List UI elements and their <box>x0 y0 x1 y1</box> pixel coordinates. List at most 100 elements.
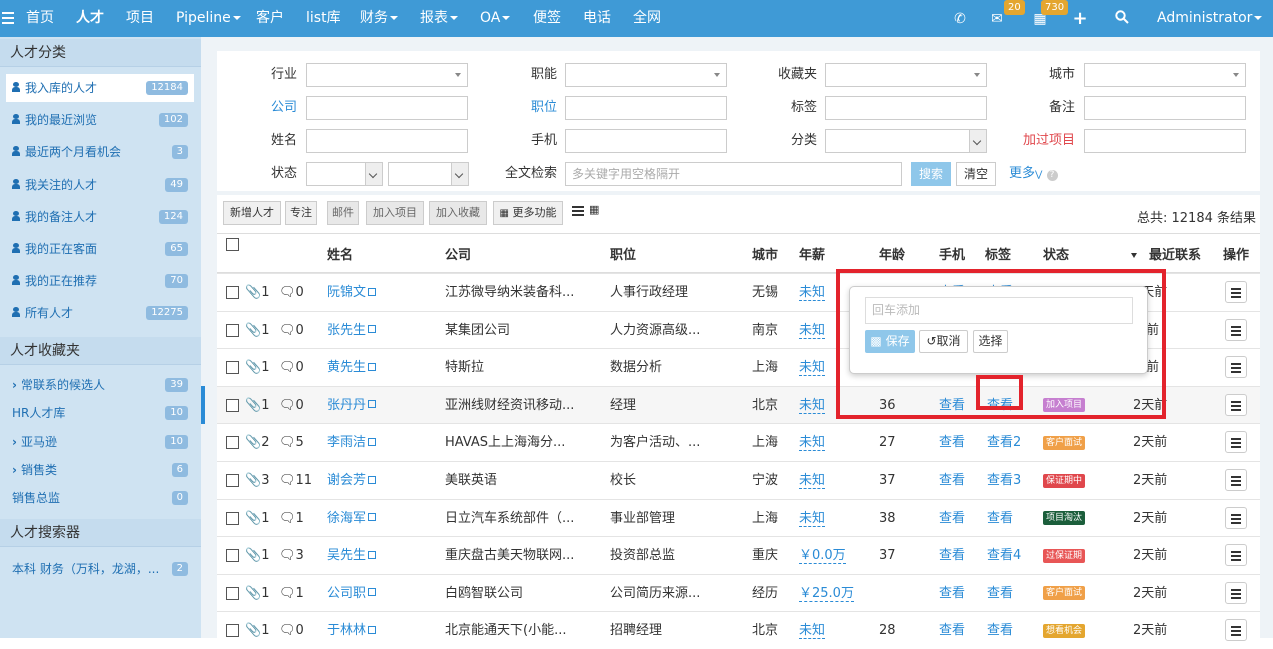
candidate-name[interactable]: 阮锦文 <box>327 274 377 311</box>
user-menu[interactable]: Administrator <box>1157 0 1263 37</box>
row-menu-button[interactable] <box>1225 469 1247 491</box>
phone-view-link[interactable]: 查看 <box>939 537 965 574</box>
category-select[interactable] <box>825 129 987 153</box>
clear-button[interactable]: 清空 <box>956 162 996 186</box>
row-menu-button[interactable] <box>1225 544 1247 567</box>
sidebar-item[interactable]: 我的最近浏览 102 <box>6 106 194 134</box>
phone-view-link[interactable]: 查看 <box>939 424 965 461</box>
position-input[interactable] <box>565 96 727 120</box>
table-row[interactable]: 📎1 🗨1 徐海军 日立汽车系统部件（... 事业部管理 上海 未知 38 查看 查看 项目淘汰 2天… <box>217 498 1260 537</box>
row-menu-button[interactable] <box>1225 318 1247 341</box>
header-age[interactable]: 年龄 <box>879 243 905 269</box>
sidebar-item[interactable]: 销售总监 0 <box>6 484 194 512</box>
grid-view-icon[interactable]: ▦ <box>589 204 601 215</box>
phone-view-link[interactable]: 查看 <box>939 462 965 499</box>
phone-input[interactable] <box>565 129 727 153</box>
sidebar-item[interactable]: › 销售类 6 <box>6 456 194 484</box>
row-checkbox[interactable] <box>226 323 239 337</box>
add-to-favorites-button[interactable]: 加入收藏 <box>429 201 487 225</box>
row-checkbox[interactable] <box>226 436 239 450</box>
phone-icon[interactable]: ✆ <box>951 10 969 28</box>
row-checkbox[interactable] <box>226 398 239 412</box>
tag-input[interactable] <box>825 96 987 120</box>
plus-icon[interactable]: + <box>1071 10 1089 28</box>
phone-view-link[interactable]: 查看 <box>939 500 965 537</box>
salary-cell[interactable]: 未知 <box>799 387 826 424</box>
row-menu-button[interactable] <box>1225 581 1247 604</box>
header-last-contact[interactable]: 最近联系 <box>1149 243 1201 269</box>
candidate-name[interactable]: 黄先生 <box>327 349 377 386</box>
salary-cell[interactable]: 未知 <box>799 500 826 537</box>
function-select[interactable] <box>565 63 727 87</box>
salary-cell[interactable]: ￥0.0万 <box>799 537 846 574</box>
row-menu-button[interactable] <box>1225 619 1247 642</box>
more-functions-button[interactable]: ▦ 更多功能 <box>493 201 563 225</box>
sidebar-item[interactable]: 我的正在推荐 70 <box>6 267 194 295</box>
nav-phone[interactable]: 电话 <box>583 0 611 37</box>
tag-view-link[interactable]: 查看3 <box>987 462 1021 499</box>
row-menu-button[interactable] <box>1225 281 1247 303</box>
row-checkbox[interactable] <box>226 549 239 563</box>
candidate-name[interactable]: 李雨洁 <box>327 424 377 461</box>
email-button[interactable]: 邮件 <box>327 201 359 225</box>
company-input[interactable] <box>306 96 468 120</box>
row-checkbox[interactable] <box>226 474 239 487</box>
row-checkbox[interactable] <box>226 361 239 375</box>
header-position[interactable]: 职位 <box>610 243 636 269</box>
candidate-name[interactable]: 谢会芳 <box>327 462 377 499</box>
select-all-checkbox[interactable] <box>226 238 239 251</box>
table-row[interactable]: 📎3 🗨11 谢会芳 美联英语 校长 宁波 未知 37 查看 查看3 保证期中 2天前 <box>217 461 1260 499</box>
header-salary[interactable]: 年薪 <box>799 243 825 269</box>
phone-view-link[interactable]: 查看 <box>939 575 965 612</box>
nav-customer[interactable]: 客户 <box>256 0 284 37</box>
sidebar-item[interactable]: › 常联系的候选人 39 <box>6 371 194 399</box>
salary-cell[interactable]: 未知 <box>799 274 826 311</box>
tag-view-link[interactable]: 查看 <box>987 500 1013 537</box>
salary-cell[interactable]: 未知 <box>799 612 826 649</box>
table-row[interactable]: 📎2 🗨5 李雨洁 HAVAS上上海海分... 为客户活动、... 上海 未知 27 查看 查看2… <box>217 423 1260 461</box>
candidate-name[interactable]: 张先生 <box>327 312 377 349</box>
tag-view-link[interactable]: 查看2 <box>987 424 1021 461</box>
more-filters-link[interactable]: 更多⋁ ? <box>1009 162 1058 186</box>
position-label[interactable]: 职位 <box>497 96 557 120</box>
row-checkbox[interactable] <box>226 586 239 600</box>
nav-project[interactable]: 项目 <box>126 0 154 37</box>
name-input[interactable] <box>306 129 468 153</box>
nav-oa[interactable]: OA <box>480 0 511 37</box>
salary-cell[interactable]: 未知 <box>799 424 826 461</box>
phone-view-link[interactable]: 查看 <box>939 612 965 649</box>
row-menu-button[interactable] <box>1225 393 1247 416</box>
nav-home[interactable]: 首页 <box>26 0 54 37</box>
salary-cell[interactable]: 未知 <box>799 462 826 499</box>
tag-view-link[interactable]: 查看 <box>987 575 1013 612</box>
row-menu-button[interactable] <box>1225 506 1247 529</box>
list-view-icon[interactable] <box>572 206 584 216</box>
sidebar-item[interactable]: 本科 财务（万科，龙湖，... 2 <box>6 555 194 583</box>
nav-list[interactable]: list库 <box>306 0 341 37</box>
favorites-select[interactable] <box>825 63 987 87</box>
sidebar-item[interactable]: 所有人才 12275 <box>6 299 194 327</box>
table-row[interactable]: 📎1 🗨3 吴先生 重庆盘古美天物联网... 投资部总监 重庆 ￥0.0万 37 查看 查看4 过保… <box>217 536 1260 574</box>
header-tag[interactable]: 标签 <box>985 243 1011 269</box>
nav-finance[interactable]: 财务 <box>360 0 398 37</box>
city-select[interactable] <box>1084 63 1246 87</box>
row-checkbox[interactable] <box>226 624 239 638</box>
row-menu-button[interactable] <box>1225 431 1247 454</box>
header-city[interactable]: 城市 <box>752 243 778 269</box>
joined-project-input[interactable] <box>1084 129 1246 153</box>
joined-project-label[interactable]: 加过项目 <box>1015 129 1075 153</box>
sidebar-item[interactable]: HR人才库 10 <box>6 399 194 427</box>
industry-select[interactable] <box>306 63 468 87</box>
sidebar-item[interactable]: 最近两个月看机会 3 <box>6 138 194 166</box>
sidebar-item[interactable]: 我的备注人才 124 <box>6 203 194 231</box>
sidebar-item[interactable]: 我关注的人才 49 <box>6 171 194 199</box>
nav-talent[interactable]: 人才 <box>76 0 104 37</box>
salary-cell[interactable]: 未知 <box>799 349 826 386</box>
fulltext-input[interactable]: 多关键字用空格隔开 <box>565 162 902 186</box>
header-company[interactable]: 公司 <box>445 243 471 269</box>
candidate-name[interactable]: 徐海军 <box>327 500 377 537</box>
candidate-name[interactable]: 公司职 <box>327 575 377 612</box>
salary-cell[interactable]: 未知 <box>799 312 826 349</box>
sidebar-item[interactable]: 我的正在客面 65 <box>6 235 194 263</box>
table-row[interactable]: 📎1 🗨0 于林林 北京能通天下(小能... 招聘经理 北京 未知 28 查看 查看 想看机会 2天前 <box>217 611 1260 649</box>
